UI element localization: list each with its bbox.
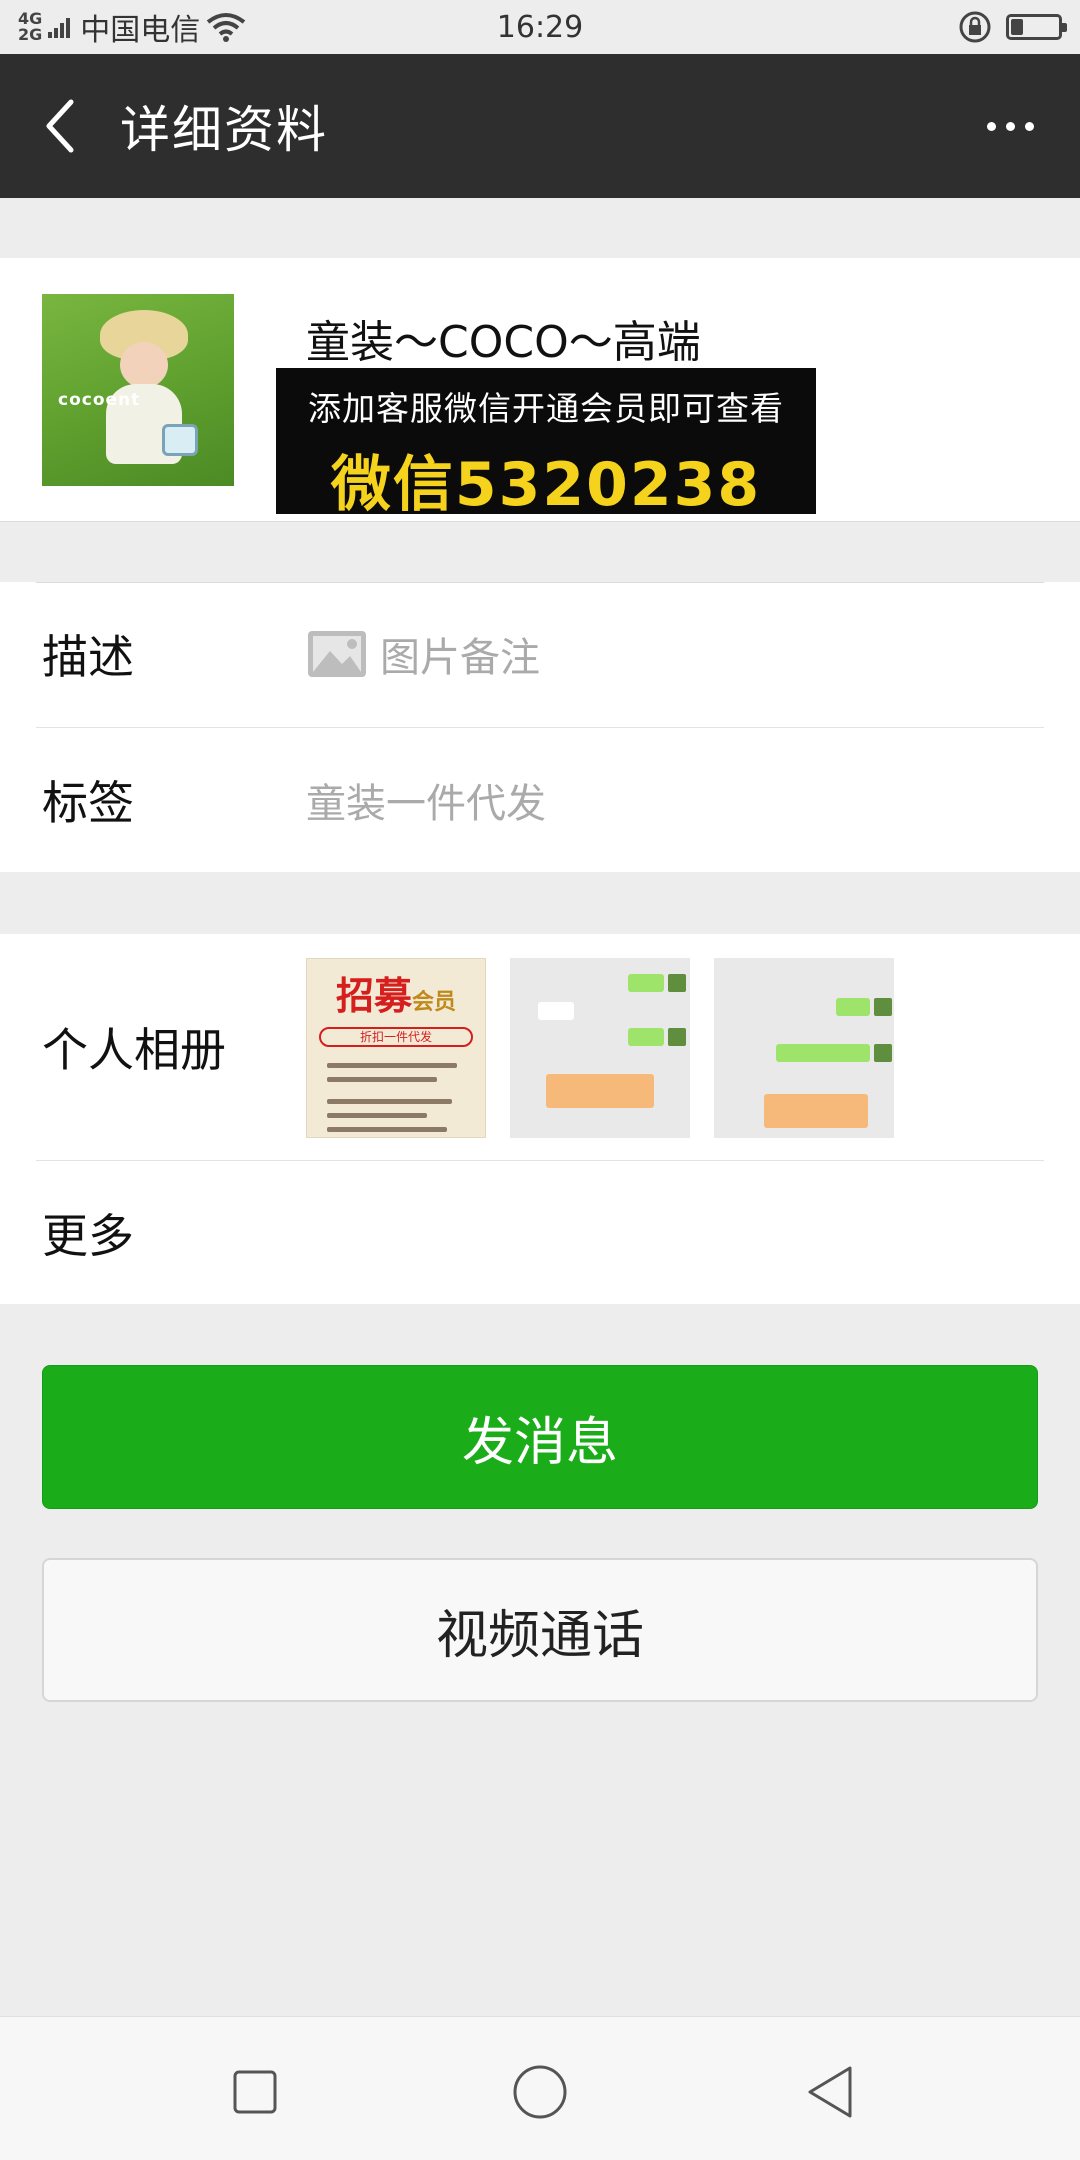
more-label: 更多	[42, 1208, 134, 1263]
status-bar: 4G 2G 中国电信 16:29	[0, 0, 1080, 54]
description-label: 描述	[42, 630, 134, 684]
album-section: 个人相册 招募会员 折扣一件代发 更多	[0, 934, 1080, 1304]
rotation-lock-icon	[959, 11, 991, 43]
album-label: 个人相册	[42, 1023, 226, 1077]
home-button[interactable]	[505, 2057, 575, 2127]
description-row[interactable]: 描述 图片备注	[0, 582, 1080, 726]
description-value: 图片备注	[306, 625, 540, 683]
triangle-back-icon	[808, 2066, 852, 2118]
more-dots-icon	[986, 121, 996, 131]
album-thumbnails: 招募会员 折扣一件代发	[306, 958, 894, 1138]
album-thumbnail-chat-1[interactable]	[510, 958, 690, 1138]
profile-name: 童装～COCO～高端	[306, 317, 701, 368]
status-right	[958, 10, 1067, 44]
chevron-left-icon	[46, 99, 74, 153]
album-thumbnail-chat-2[interactable]	[714, 958, 894, 1138]
avatar[interactable]: cocoent	[42, 294, 234, 486]
tags-value: 童装一件代发	[306, 781, 546, 827]
more-row[interactable]: 更多	[0, 1161, 1080, 1304]
carrier-label: 中国电信	[80, 13, 201, 48]
battery-icon	[1006, 14, 1067, 40]
poster-title: 招募会员	[335, 974, 457, 1018]
poster-subtitle-bar: 折扣一件代发	[319, 1027, 473, 1047]
ad-banner: 添加客服微信开通会员即可查看 微信5320238	[276, 368, 816, 520]
network-bottom-label: 2G	[18, 25, 43, 44]
album-thumbnail-poster[interactable]: 招募会员 折扣一件代发	[306, 958, 486, 1138]
description-placeholder: 图片备注	[380, 635, 540, 681]
more-button[interactable]	[970, 96, 1050, 156]
system-navigation-bar	[0, 2016, 1080, 2160]
image-icon	[308, 631, 366, 677]
signal-icon	[48, 16, 71, 38]
ad-banner-line1: 添加客服微信开通会员即可查看	[308, 389, 784, 428]
page-title: 详细资料	[120, 101, 328, 159]
system-back-button[interactable]	[795, 2057, 865, 2127]
battery-fill	[1011, 19, 1023, 35]
wifi-icon	[207, 13, 246, 42]
network-type: 4G 2G	[18, 11, 42, 43]
circle-icon	[513, 2065, 567, 2119]
status-left: 4G 2G 中国电信	[18, 5, 246, 49]
square-icon	[233, 2070, 277, 2114]
profile-card: cocoent 童装～COCO～高端 添加客服微信开通会员即可查看 微信5320…	[0, 258, 1080, 522]
video-call-button[interactable]: 视频通话	[42, 1558, 1038, 1702]
avatar-brand-text: cocoent	[58, 390, 141, 410]
send-message-button[interactable]: 发消息	[42, 1365, 1038, 1509]
tags-label: 标签	[42, 776, 134, 830]
navigation-bar: 详细资料	[0, 54, 1080, 198]
recents-button[interactable]	[220, 2057, 290, 2127]
info-section: 描述 图片备注 标签 童装一件代发	[0, 582, 1080, 872]
tags-row[interactable]: 标签 童装一件代发	[0, 728, 1080, 872]
ad-banner-line2: 微信5320238	[330, 450, 762, 520]
back-button[interactable]	[0, 54, 120, 198]
